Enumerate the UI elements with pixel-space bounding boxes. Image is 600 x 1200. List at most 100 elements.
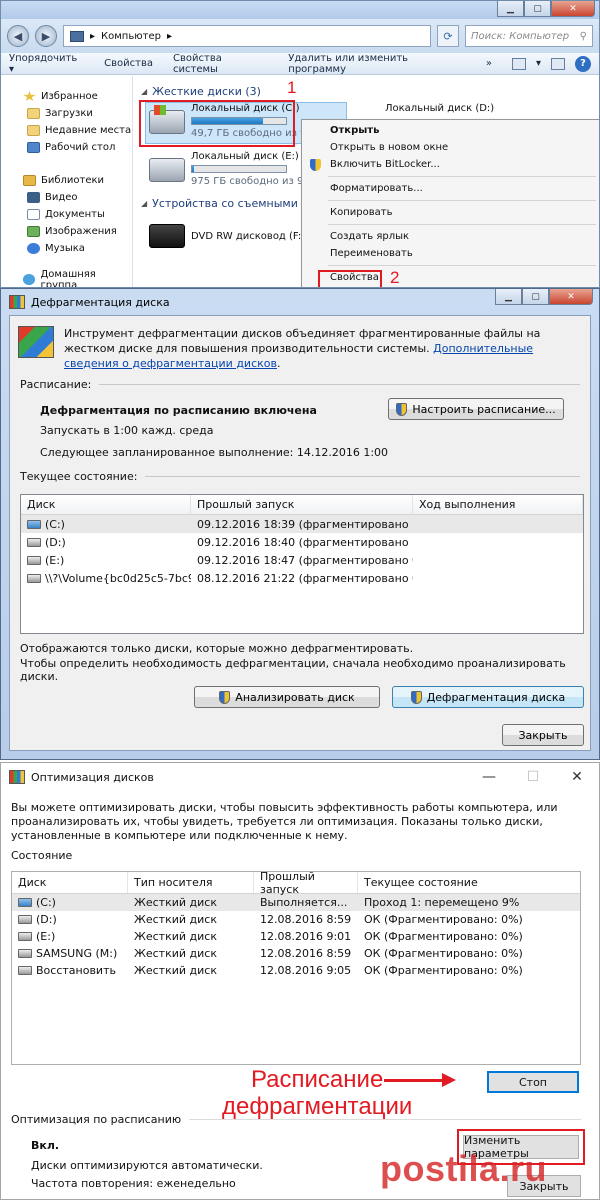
view-icon[interactable] — [511, 57, 526, 70]
schedule-run: Запускать в 1:00 кажд. среда — [40, 424, 214, 437]
marker-1: 1 — [287, 78, 297, 97]
shield-icon — [310, 159, 321, 171]
picture-icon — [27, 226, 40, 237]
video-icon — [27, 192, 40, 203]
organize-button[interactable]: Упорядочить ▾ — [9, 53, 84, 75]
close-button[interactable]: ✕ — [549, 289, 593, 305]
music-icon — [27, 243, 40, 254]
table-row[interactable]: (D:) 09.12.2016 18:40 (фрагментировано 1… — [21, 533, 583, 551]
column-progress[interactable]: Ход выполнения — [413, 495, 583, 514]
homegroup-icon — [23, 274, 36, 285]
drive-d-name: Локальный диск (D:) — [385, 103, 495, 114]
table-row[interactable]: (E:) Жесткий диск 12.08.2016 9:01 ОК (Фр… — [12, 928, 580, 945]
minimize-button[interactable]: ▁ — [495, 289, 522, 305]
drive-e-usage-fill — [192, 166, 194, 172]
group-removable[interactable]: ◢ Устройства со съемными н — [141, 194, 309, 212]
forward-button[interactable]: ▶ — [35, 25, 57, 47]
nav-downloads[interactable]: Загрузки — [1, 105, 132, 122]
drive-f-name: DVD RW дисковод (F:) — [191, 231, 306, 242]
menu-bitlocker[interactable]: Включить BitLocker... — [302, 156, 599, 173]
maximize-button[interactable]: ▢ — [524, 1, 551, 17]
more-commands-button[interactable]: » — [486, 58, 492, 69]
navigation-pane: Избранное Загрузки Недавние места Рабочи… — [1, 76, 133, 287]
refresh-icon[interactable]: ⟳ — [437, 25, 459, 47]
section-divider — [145, 476, 580, 477]
close-button[interactable]: ✕ — [551, 1, 595, 17]
table-row[interactable]: Восстановить Жесткий диск 12.08.2016 9:0… — [12, 962, 580, 979]
table-row[interactable]: SAMSUNG (M:) Жесткий диск 12.08.2016 8:5… — [12, 945, 580, 962]
column-media-type[interactable]: Тип носителя — [128, 872, 254, 893]
nav-homegroup[interactable]: Домашняя группа — [1, 269, 132, 287]
view-dropdown-icon[interactable]: ▾ — [536, 58, 541, 69]
menu-open[interactable]: Открыть — [302, 122, 599, 139]
column-last-run[interactable]: Прошлый запуск — [254, 872, 358, 896]
section-divider — [99, 384, 580, 385]
menu-separator — [328, 200, 596, 201]
menu-rename[interactable]: Переименовать — [302, 245, 599, 262]
minimize-button[interactable]: — — [467, 763, 511, 791]
table-row[interactable]: (E:) 09.12.2016 18:47 (фрагментировано 0… — [21, 551, 583, 569]
system-disk-icon — [27, 519, 41, 529]
nav-libraries[interactable]: Библиотеки — [1, 172, 132, 189]
maximize-button[interactable]: ▢ — [522, 289, 549, 305]
address-bar-row: ◀ ▶ ▸ Компьютер ▸ ⟳ Поиск: Компьютер ⚲ — [1, 19, 599, 53]
defrag-large-icon — [18, 326, 54, 358]
search-icon: ⚲ — [579, 30, 587, 42]
table-row[interactable]: (C:) 09.12.2016 18:39 (фрагментировано 1… — [21, 515, 583, 533]
nav-recent-places[interactable]: Недавние места — [1, 122, 132, 139]
context-menu: Открыть Открыть в новом окне Включить Bi… — [301, 119, 599, 287]
disk-icon — [18, 949, 32, 958]
shield-icon — [396, 402, 408, 416]
table-row[interactable]: (C:) Жесткий диск Выполняется... Проход … — [12, 894, 580, 911]
defrag-close-button[interactable]: Закрыть — [502, 724, 584, 746]
help-icon[interactable]: ? — [575, 55, 591, 72]
breadcrumb-computer[interactable]: Компьютер — [101, 31, 161, 42]
nav-music[interactable]: Музыка — [1, 240, 132, 257]
menu-format[interactable]: Форматировать... — [302, 180, 599, 197]
collapse-arrow-icon: ◢ — [141, 86, 148, 96]
stop-button[interactable]: Стоп — [487, 1071, 579, 1093]
library-icon — [23, 175, 36, 186]
system-properties-button[interactable]: Свойства системы — [173, 53, 268, 75]
column-disk[interactable]: Диск — [21, 495, 191, 514]
column-disk[interactable]: Диск — [12, 872, 128, 893]
nav-documents[interactable]: Документы — [1, 206, 132, 223]
defrag-caption-buttons: ▁ ▢ ✕ — [495, 289, 593, 305]
drive-f-tile[interactable]: DVD RW дисковод (F:) — [149, 216, 305, 256]
explorer-caption-buttons: ▁ ▢ ✕ — [497, 1, 595, 17]
annotation-line-2: дефрагментации — [222, 1093, 413, 1120]
group-hard-drives[interactable]: ◢ Жесткие диски (3) — [141, 82, 261, 100]
search-input[interactable]: Поиск: Компьютер ⚲ — [465, 25, 593, 47]
watermark-logo: postila.ru — [380, 1148, 548, 1189]
column-current-state[interactable]: Текущее состояние — [358, 872, 558, 893]
column-last-run[interactable]: Прошлый запуск — [191, 495, 413, 514]
menu-copy[interactable]: Копировать — [302, 204, 599, 221]
optimize-disk-list[interactable]: Диск Тип носителя Прошлый запуск Текущее… — [11, 871, 581, 1065]
schedule-frequency: Частота повторения: еженедельно — [31, 1177, 236, 1190]
table-row[interactable]: \\?\Volume{bc0d25c5-7bc9... 08.12.2016 2… — [21, 569, 583, 587]
menu-open-new-window[interactable]: Открыть в новом окне — [302, 139, 599, 156]
highlight-properties — [318, 270, 382, 287]
back-button[interactable]: ◀ — [7, 25, 29, 47]
defragment-disk-button[interactable]: Дефрагментация диска — [392, 686, 584, 708]
analyze-disk-button[interactable]: Анализировать диск — [194, 686, 380, 708]
disk-icon — [18, 966, 32, 975]
table-row[interactable]: (D:) Жесткий диск 12.08.2016 8:59 ОК (Фр… — [12, 911, 580, 928]
configure-schedule-button[interactable]: Настроить расписание... — [388, 398, 564, 420]
uninstall-program-button[interactable]: Удалить или изменить программу — [288, 53, 466, 75]
nav-video[interactable]: Видео — [1, 189, 132, 206]
close-button[interactable]: ✕ — [555, 763, 599, 791]
drive-e-tile[interactable]: Локальный диск (E:) 975 ГБ свободно из 9… — [149, 150, 325, 190]
nav-favorites[interactable]: Избранное — [1, 88, 132, 105]
menu-create-shortcut[interactable]: Создать ярлык — [302, 228, 599, 245]
maximize-button[interactable]: ☐ — [511, 763, 555, 791]
minimize-button[interactable]: ▁ — [497, 1, 524, 17]
address-bar[interactable]: ▸ Компьютер ▸ — [63, 25, 431, 47]
properties-button[interactable]: Свойства — [104, 58, 153, 69]
defrag-disk-list[interactable]: Диск Прошлый запуск Ход выполнения (C:) … — [20, 494, 584, 634]
preview-pane-icon[interactable] — [551, 57, 565, 70]
command-bar: Упорядочить ▾ Свойства Свойства системы … — [1, 53, 599, 75]
schedule-auto: Диски оптимизируются автоматически. — [31, 1159, 263, 1172]
nav-desktop[interactable]: Рабочий стол — [1, 139, 132, 156]
nav-pictures[interactable]: Изображения — [1, 223, 132, 240]
